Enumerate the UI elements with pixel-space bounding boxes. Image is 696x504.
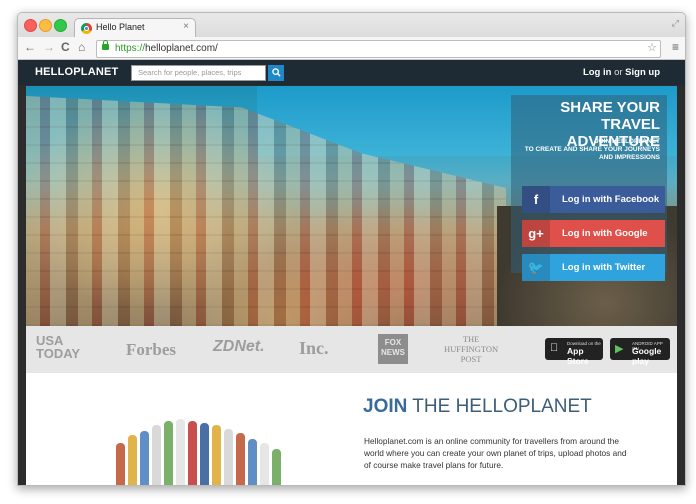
back-arrow-icon[interactable]: ← (24, 40, 36, 54)
search-button[interactable] (268, 65, 284, 81)
facebook-login-button[interactable]: f Log in with Facebook (522, 186, 665, 213)
minimize-window-button[interactable] (39, 19, 52, 32)
search-placeholder: Search for people, places, trips (138, 68, 242, 77)
twitter-bird-icon: 🐦 (522, 254, 550, 281)
join-description: Helloplanet.com is an online community f… (364, 436, 627, 470)
bookmark-star-icon[interactable]: ☆ (647, 41, 657, 54)
apple-icon:  (550, 342, 558, 354)
browser-tab[interactable]: Hello Planet × (74, 18, 196, 38)
tab-close-icon[interactable]: × (183, 21, 189, 32)
hero-subtitle: JOIN HELLOPLANET TO CREATE AND SHARE YOUR… (524, 138, 660, 161)
lock-icon (102, 40, 109, 50)
facebook-login-label: Log in with Facebook (562, 194, 660, 205)
join-section: JOIN THE HELLOPLANET Helloplanet.com is … (26, 373, 677, 485)
app-store-badge[interactable]:  Download on the App Store (545, 338, 603, 366)
facebook-icon: f (522, 186, 550, 213)
signup-panel: SHARE YOUR TRAVEL ADVENTURE JOIN HELLOPLA… (511, 95, 667, 281)
search-icon (271, 68, 281, 77)
reload-icon[interactable]: C (61, 40, 70, 54)
browser-menu-icon[interactable]: ≡ (672, 40, 679, 54)
forward-arrow-icon[interactable]: → (43, 40, 55, 54)
google-play-badge[interactable]: ▶ ANDROID APP ON Google play (610, 338, 670, 366)
url-text: https://helloplanet.com/ (115, 43, 218, 54)
google-play-icon: ▶ (615, 343, 624, 355)
search-input[interactable]: Search for people, places, trips (131, 65, 266, 81)
fox-news-logo: FOX NEWS (378, 334, 408, 364)
inc-logo: Inc. (299, 338, 329, 358)
google-play-big-text: Google play (632, 346, 662, 366)
site-logo[interactable]: HELLOPLANET (35, 66, 118, 78)
site-header: HELLOPLANET Search for people, places, t… (18, 60, 685, 85)
app-store-big-text: App Store (567, 346, 589, 366)
usa-today-logo: USA TODAY (36, 333, 81, 361)
chrome-favicon-icon (81, 23, 92, 34)
close-window-button[interactable] (24, 19, 37, 32)
zdnet-logo: ZDNet. (213, 338, 265, 355)
browser-toolbar: ← → C ⌂ https://helloplanet.com/ ☆ ≡ (18, 37, 685, 60)
google-login-button[interactable]: g+ Log in with Google (522, 220, 665, 247)
home-icon[interactable]: ⌂ (78, 40, 85, 54)
people-illustration (96, 413, 296, 485)
fullscreen-icon[interactable]: ⤢ (672, 18, 679, 29)
signup-link[interactable]: Sign up (625, 67, 660, 78)
google-login-label: Log in with Google (562, 228, 648, 239)
google-plus-icon: g+ (522, 220, 550, 247)
join-headline: JOIN THE HELLOPLANET (363, 396, 592, 417)
press-logos-strip: USA TODAY Forbes ZDNet. Inc. FOX NEWS TH… (26, 326, 677, 373)
web-page: HELLOPLANET Search for people, places, t… (18, 60, 685, 485)
huffington-post-logo: THE HUFFINGTON POST (444, 334, 499, 364)
hero-image: SHARE YOUR TRAVEL ADVENTURE JOIN HELLOPLA… (26, 86, 677, 326)
browser-window: Hello Planet × ⤢ ← → C ⌂ https://hellopl… (17, 12, 686, 486)
auth-links: Log in or Sign up (583, 67, 660, 78)
tab-title: Hello Planet (96, 22, 145, 32)
forbes-logo: Forbes (126, 340, 177, 359)
tab-strip: Hello Planet × ⤢ (18, 13, 685, 38)
twitter-login-button[interactable]: 🐦 Log in with Twitter (522, 254, 665, 281)
address-bar[interactable]: https://helloplanet.com/ ☆ (96, 40, 661, 58)
login-link[interactable]: Log in (583, 67, 612, 78)
twitter-login-label: Log in with Twitter (562, 262, 646, 273)
or-text: or (614, 67, 623, 78)
zoom-window-button[interactable] (54, 19, 67, 32)
